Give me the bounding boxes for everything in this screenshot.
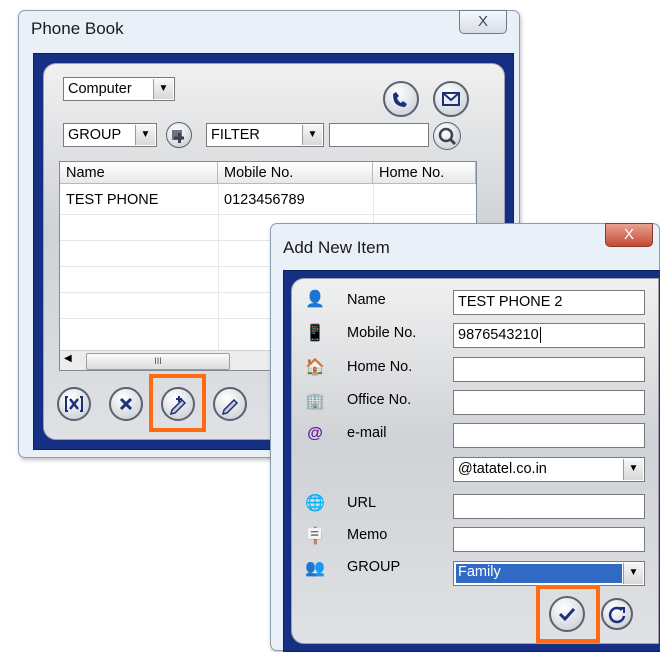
refresh-icon [608, 606, 626, 624]
email-field[interactable] [453, 423, 645, 448]
group-select[interactable]: GROUP ▼ [63, 123, 157, 147]
house-icon: 🏠 [305, 359, 325, 376]
add-item-titlebar: Add New Item X [271, 223, 659, 258]
chevron-down-icon: ▼ [135, 125, 155, 145]
url-field[interactable] [453, 494, 645, 519]
chevron-down-icon: ▼ [623, 563, 643, 584]
email-label: e-mail [347, 425, 387, 441]
mobile-field-value: 9876543210 [458, 327, 539, 343]
reset-button[interactable] [601, 598, 633, 630]
office-field[interactable] [453, 390, 645, 415]
name-label: Name [347, 292, 386, 308]
person-icon: 👤 [305, 291, 325, 308]
add-item-window: Add New Item X 👤 Name TEST PHONE 2 📱 Mob… [270, 223, 660, 652]
group-select-value: GROUP [68, 127, 122, 143]
phone-icon [393, 92, 407, 107]
memo-label: Memo [347, 527, 388, 543]
edit-button[interactable] [213, 387, 247, 421]
magnifier-icon [438, 127, 457, 146]
phonebook-titlebar: Phone Book X [19, 10, 519, 45]
row-divider [60, 214, 476, 215]
email-domain-select[interactable]: @tatatel.co.in ▼ [453, 457, 645, 482]
url-label: URL [347, 495, 377, 511]
group-people-icon: 👥 [305, 560, 325, 577]
at-sign-icon: @ [307, 425, 323, 442]
column-header-name[interactable]: Name [60, 162, 218, 184]
mobile-phone-icon: 📱 [305, 325, 325, 342]
chevron-down-icon: ▼ [153, 79, 173, 99]
name-field[interactable]: TEST PHONE 2 [453, 290, 645, 315]
plus-icon [172, 130, 184, 143]
group-label: GROUP [347, 559, 401, 575]
column-header-mobile[interactable]: Mobile No. [218, 162, 373, 184]
delete-button[interactable] [109, 387, 143, 421]
delete-all-icon [65, 396, 83, 412]
x-icon [119, 397, 133, 411]
envelope-icon [442, 92, 460, 106]
cell-name: TEST PHONE [66, 192, 159, 208]
phonebook-close-button[interactable]: X [459, 10, 507, 34]
chevron-down-icon: ▼ [623, 459, 643, 480]
add-item-title: Add New Item [283, 238, 390, 257]
call-button[interactable] [383, 81, 419, 117]
cell-mobile: 0123456789 [224, 192, 305, 208]
chevron-down-icon: ▼ [302, 125, 322, 145]
filter-select[interactable]: FILTER ▼ [206, 123, 324, 147]
add-new-highlight [149, 374, 206, 432]
signpost-icon: 🪧 [305, 528, 325, 545]
filter-select-value: FILTER [211, 127, 260, 143]
ok-highlight [536, 585, 600, 643]
text-cursor [539, 327, 541, 343]
add-item-close-button[interactable]: X [605, 223, 653, 247]
source-select-value: Computer [68, 81, 132, 97]
home-field[interactable] [453, 357, 645, 382]
mobile-label: Mobile No. [347, 325, 417, 341]
home-label: Home No. [347, 359, 413, 375]
table-row[interactable]: TEST PHONE 0123456789 [60, 188, 476, 212]
group-field-select[interactable]: Family ▼ [453, 561, 645, 586]
office-building-icon: 🏢 [305, 393, 325, 410]
delete-all-button[interactable] [57, 387, 91, 421]
email-domain-value: @tatatel.co.in [458, 461, 547, 477]
scroll-thumb[interactable]: III [86, 353, 230, 370]
memo-field[interactable] [453, 527, 645, 552]
column-header-home[interactable]: Home No. [373, 162, 476, 184]
globe-icon: 🌐 [305, 495, 325, 512]
sms-button[interactable] [433, 81, 469, 117]
group-field-value: Family [456, 564, 622, 583]
source-select[interactable]: Computer ▼ [63, 77, 175, 101]
pencil-icon [221, 398, 239, 416]
office-label: Office No. [347, 392, 412, 408]
search-input[interactable] [329, 123, 429, 147]
mobile-field[interactable]: 9876543210 [453, 323, 645, 348]
search-button[interactable] [433, 122, 461, 150]
phonebook-title: Phone Book [31, 19, 124, 38]
add-group-button[interactable] [166, 122, 192, 148]
scroll-left-icon[interactable]: ◀ [64, 353, 72, 364]
